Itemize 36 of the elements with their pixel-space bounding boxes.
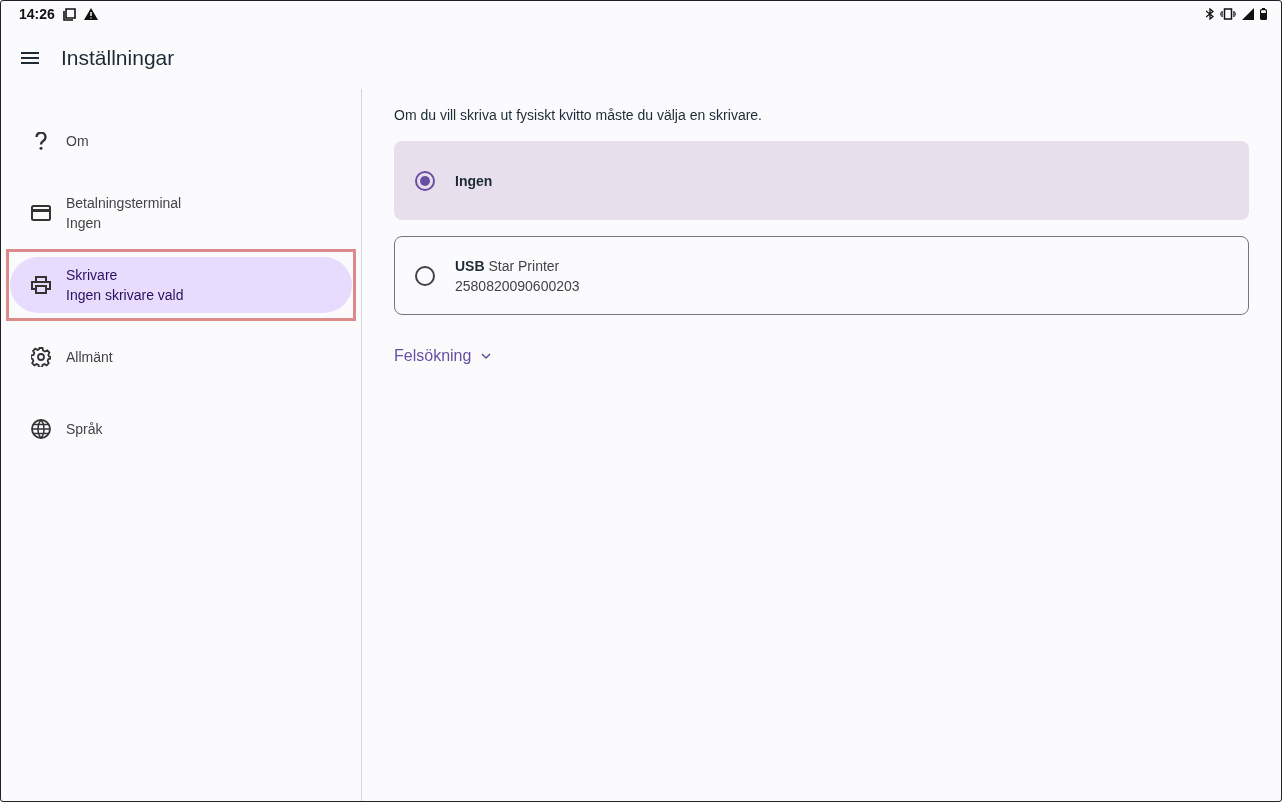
item-title: Allmänt xyxy=(66,348,113,367)
sidebar-item[interactable]: Om xyxy=(10,113,352,169)
bluetooth-icon xyxy=(1206,8,1214,20)
option-subtitle: 2580820090600203 xyxy=(455,276,580,296)
chevron-icon xyxy=(481,353,492,359)
printer-option[interactable]: USB Star Printer 2580820090600203 xyxy=(394,236,1249,315)
item-title: Betalningsterminal xyxy=(66,194,182,213)
item-title: Språk xyxy=(66,420,103,439)
screenshot-icon xyxy=(62,7,76,21)
sidebar-item[interactable]: Betalningsterminal Ingen xyxy=(10,185,352,241)
battery-icon xyxy=(1260,8,1267,20)
sidebar-item[interactable]: Skrivare Ingen skrivare vald xyxy=(10,257,352,313)
radio-button[interactable] xyxy=(415,170,435,191)
globe-icon xyxy=(31,419,51,439)
card-icon xyxy=(31,205,51,221)
menu-icon[interactable] xyxy=(21,52,39,64)
option-title: Ingen xyxy=(455,171,493,191)
page-title: Inställningar xyxy=(61,46,175,70)
printer-option[interactable]: Ingen xyxy=(394,141,1249,220)
printer-icon xyxy=(31,276,51,294)
item-subtitle: Ingen skrivare vald xyxy=(66,286,184,305)
intro-text: Om du vill skriva ut fysiskt kvitto måste du välja en skrivare. xyxy=(394,106,763,125)
item-subtitle: Ingen xyxy=(66,214,103,233)
signal-icon xyxy=(1242,8,1254,20)
status-time: 14:26 xyxy=(19,6,55,22)
item-title: Om xyxy=(66,132,89,151)
gear-icon xyxy=(31,347,51,367)
warning-icon xyxy=(83,8,98,20)
troubleshooting-toggle[interactable]: Felsökning xyxy=(394,347,492,365)
radio-button[interactable] xyxy=(415,265,435,286)
option-title: USB Star Printer xyxy=(455,256,561,276)
sidebar-item[interactable]: Språk xyxy=(10,401,352,457)
sidebar-item[interactable]: Allmänt xyxy=(10,329,352,385)
item-title: Skrivare xyxy=(66,266,119,285)
help-icon xyxy=(35,132,47,150)
vibrate-icon xyxy=(1220,8,1236,20)
